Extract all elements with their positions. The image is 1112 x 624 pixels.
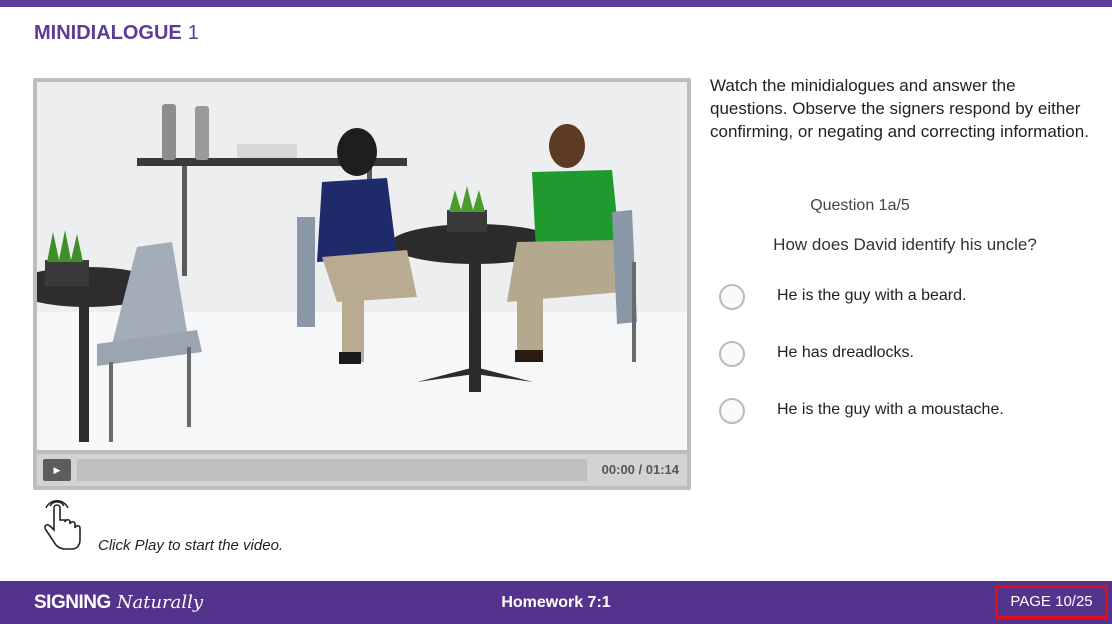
radio-button[interactable] bbox=[719, 398, 745, 424]
question-number: Question 1a/5 bbox=[810, 197, 910, 214]
answer-option-2[interactable]: He has dreadlocks. bbox=[719, 341, 1099, 375]
play-button[interactable]: ▶ bbox=[43, 459, 71, 481]
title-text: MINIDIALOGUE bbox=[34, 22, 182, 44]
page-indicator: PAGE 10/25 bbox=[995, 585, 1108, 619]
video-hint-text: Click Play to start the video. bbox=[98, 537, 284, 554]
instructions-text: Watch the minidialogues and answer the q… bbox=[710, 76, 1089, 141]
answer-label: He has dreadlocks. bbox=[777, 344, 914, 361]
pointing-hand-icon bbox=[40, 500, 84, 552]
page-title: MINIDIALOGUE 1 bbox=[34, 22, 199, 45]
radio-button[interactable] bbox=[719, 341, 745, 367]
homework-label: Homework 7:1 bbox=[501, 594, 611, 611]
video-controls: ▶ 00:00 / 01:14 bbox=[37, 454, 687, 486]
answer-option-3[interactable]: He is the guy with a moustache. bbox=[719, 398, 1099, 432]
video-still-scene bbox=[37, 82, 687, 450]
play-icon: ▶ bbox=[53, 465, 61, 475]
video-frame-image[interactable] bbox=[37, 82, 687, 450]
answer-label: He is the guy with a moustache. bbox=[777, 401, 1004, 418]
title-number: 1 bbox=[187, 22, 199, 44]
footer-bar: SIGNING Naturally Homework 7:1 PAGE 10/25 bbox=[0, 581, 1112, 624]
answer-option-1[interactable]: He is the guy with a beard. bbox=[719, 284, 1099, 318]
current-time: 00:00 bbox=[601, 462, 635, 477]
top-accent-bar bbox=[0, 0, 1112, 7]
duration: 01:14 bbox=[645, 462, 679, 477]
question-text: How does David identify his uncle? bbox=[773, 235, 1037, 254]
radio-button[interactable] bbox=[719, 284, 745, 310]
answer-label: He is the guy with a beard. bbox=[777, 287, 967, 304]
video-progress-bar[interactable] bbox=[77, 459, 587, 481]
video-time: 00:00 / 01:14 bbox=[601, 462, 679, 477]
video-player: ▶ 00:00 / 01:14 bbox=[33, 78, 691, 490]
